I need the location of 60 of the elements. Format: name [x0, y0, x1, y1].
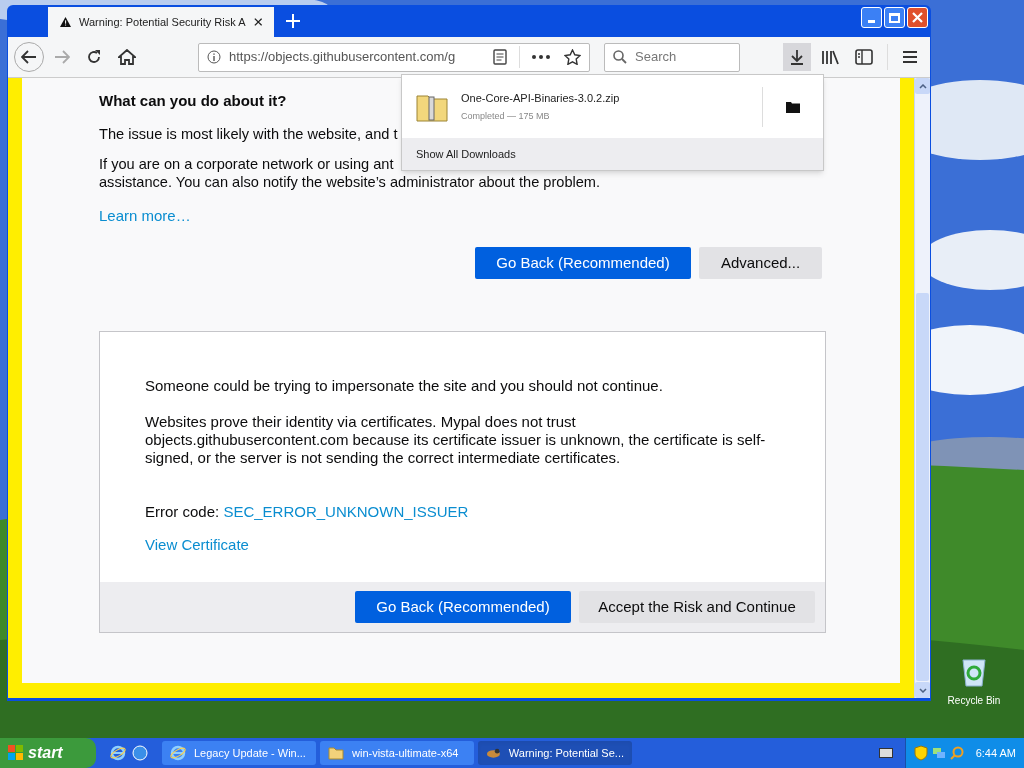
tab-title: Warning: Potential Security Risk A — [79, 14, 246, 30]
search-icon — [613, 50, 627, 64]
go-back-button[interactable]: Go Back (Recommended) — [475, 247, 691, 279]
learn-more-link[interactable]: Learn more… — [99, 204, 191, 227]
home-button[interactable] — [118, 49, 136, 65]
download-item[interactable]: One-Core-API-Binaries-3.0.2.zip Completed — 175 MB — [402, 75, 823, 138]
windows-logo-icon — [8, 745, 24, 761]
maximize-button[interactable] — [884, 7, 905, 28]
info-icon — [207, 50, 221, 64]
download-icon — [789, 49, 805, 65]
download-status: Completed — 175 MB — [461, 109, 551, 123]
secondary-button[interactable]: Advanced... — [699, 247, 822, 279]
open-folder-icon[interactable] — [786, 100, 800, 113]
address-bar[interactable]: https://objects.githubusercontent.com/g — [198, 42, 590, 72]
clock: 6:44 AM — [975, 745, 1016, 761]
library-icon[interactable] — [821, 49, 839, 65]
browser-tab[interactable]: Warning: Potential Security Risk A — [48, 7, 274, 37]
taskbar-button[interactable]: Legacy Update - Win... — [162, 741, 316, 765]
folder-icon — [328, 746, 344, 760]
section-heading: What can you do about it? — [99, 91, 287, 111]
view-certificate-link[interactable]: View Certificate — [145, 536, 249, 554]
keyboard-icon[interactable] — [878, 748, 893, 758]
show-all-downloads[interactable]: Show All Downloads — [402, 138, 823, 170]
taskbar-button[interactable]: win-vista-ultimate-x64 — [320, 741, 474, 765]
search-field[interactable]: Search — [604, 42, 740, 72]
animal-icon — [486, 746, 501, 760]
quick-launch-icon[interactable] — [110, 745, 126, 761]
downloads-button[interactable] — [783, 43, 811, 71]
reader-view-icon[interactable] — [493, 49, 507, 65]
minimize-button[interactable] — [861, 7, 882, 28]
error-code-link[interactable]: SEC_ERROR_UNKNOWN_ISSUER — [223, 503, 469, 520]
new-tab-icon[interactable] — [286, 14, 300, 28]
paragraph: Websites prove their identity via certificates. Mypal does not trust objects.githubusercontent.com because its certificate issuer is unknown, the certificate is self-signed, or the server is not sending the correct intermediate certificates. — [145, 413, 767, 467]
shield-icon[interactable] — [913, 745, 928, 761]
file-name: One-Core-API-Binaries-3.0.2.zip — [461, 91, 620, 106]
caret-down-icon — [918, 687, 927, 693]
menu-icon[interactable] — [902, 50, 918, 64]
taskbar-button[interactable]: Warning: Potential Se... — [478, 741, 632, 765]
desktop-icon-label: Recycle Bin — [947, 694, 1001, 708]
more-icon[interactable] — [532, 55, 550, 59]
close-tab-icon[interactable] — [253, 17, 262, 27]
scrollbar[interactable] — [914, 78, 930, 698]
error-code-label: Error code: — [145, 503, 220, 520]
reload-button[interactable] — [86, 49, 102, 65]
paragraph-line: assistance. You can also notify the website’s administrator about the problem. — [99, 172, 601, 191]
globe-icon — [170, 745, 186, 761]
close-icon — [912, 12, 923, 23]
bookmark-star-icon[interactable] — [564, 49, 581, 65]
warning-icon — [60, 16, 71, 28]
secondary-button[interactable]: Accept the Risk and Continue — [579, 591, 815, 623]
recycle-bin-icon[interactable] — [959, 657, 989, 687]
arrow-left-icon — [21, 50, 37, 64]
close-button[interactable] — [907, 7, 928, 28]
paragraph: Someone could be trying to impersonate the site and you should not continue. — [145, 377, 664, 395]
sidebar-icon[interactable] — [855, 49, 873, 65]
caret-up-icon — [918, 83, 927, 89]
start-button[interactable]: start — [0, 738, 96, 768]
paragraph-line: The issue is most likely with the website, and t — [99, 124, 398, 143]
go-back-button[interactable]: Go Back (Recommended) — [355, 591, 571, 623]
url-text: https://objects.githubusercontent.com/g — [229, 48, 456, 67]
